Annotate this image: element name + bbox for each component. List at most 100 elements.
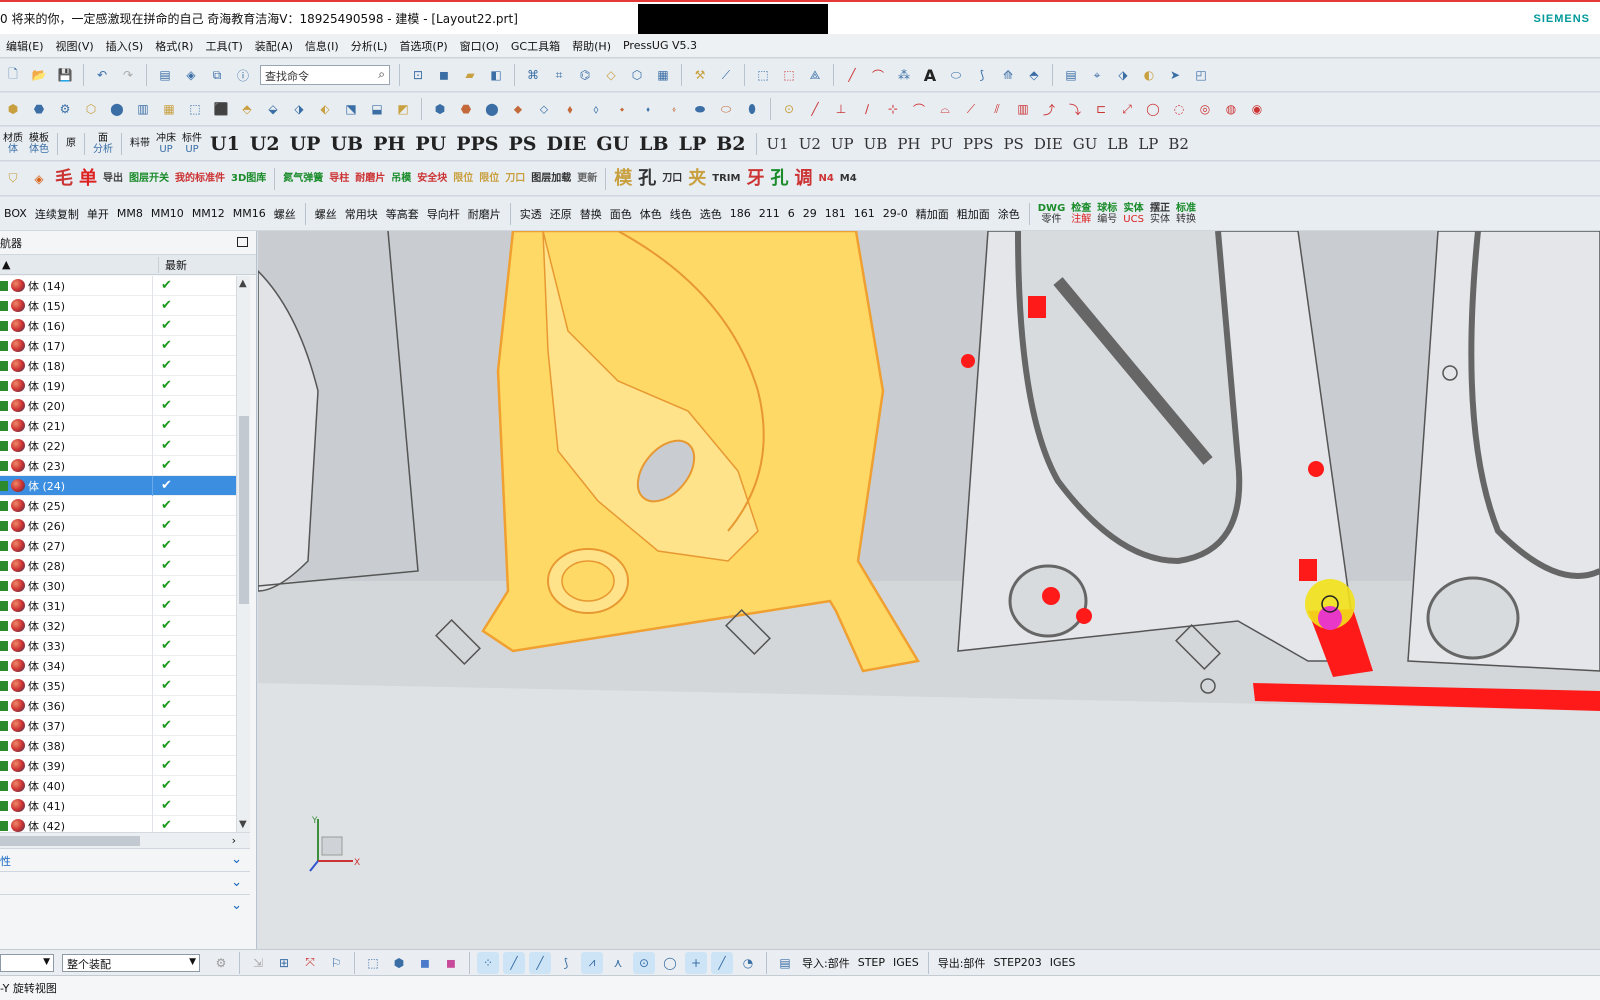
- column-status-header[interactable]: 最新: [158, 256, 238, 273]
- filter-icon[interactable]: ⚐: [325, 952, 347, 974]
- navigator-row[interactable]: 体 (17) ✔: [0, 335, 236, 356]
- checkbox-icon[interactable]: [0, 440, 8, 451]
- feature-tool-icon-15[interactable]: ◩: [392, 98, 414, 120]
- menu-item-7[interactable]: 分析(L): [345, 38, 394, 54]
- sketch-tool-icon-11[interactable]: ⊏: [1090, 98, 1112, 120]
- quick-tool-7[interactable]: 螺丝: [270, 206, 300, 222]
- more-icon[interactable]: ◰: [1190, 64, 1212, 86]
- panel-section-2[interactable]: ⌄: [0, 871, 250, 894]
- sketch-tool-icon-2[interactable]: ∕: [856, 98, 878, 120]
- menu-item-2[interactable]: 插入(S): [100, 38, 150, 54]
- row4-tool-4[interactable]: 我的标准件: [172, 173, 228, 184]
- scroll-right-icon[interactable]: ›: [232, 834, 236, 847]
- feature-tool-icon-0[interactable]: ⬢: [2, 98, 24, 120]
- sketch-tool-icon-3[interactable]: ⊹: [882, 98, 904, 120]
- undo-icon[interactable]: ↶: [91, 64, 113, 86]
- navigator-row[interactable]: 体 (25) ✔: [0, 495, 236, 516]
- snap-toggle-icon[interactable]: ⊙: [778, 98, 800, 120]
- navigator-row[interactable]: 体 (23) ✔: [0, 455, 236, 476]
- die-tool-icon-9[interactable]: ⬫: [663, 98, 685, 120]
- standard-part-gu-button[interactable]: GU: [591, 133, 634, 155]
- feature-tool-icon-4[interactable]: ⬤: [106, 98, 128, 120]
- rect-select-icon[interactable]: ⬚: [362, 952, 384, 974]
- command-search-input[interactable]: 查找命令 ⌕: [260, 65, 390, 85]
- navigator-row[interactable]: 体 (24) ✔: [0, 475, 236, 496]
- render-style-icon[interactable]: ◼: [433, 64, 455, 86]
- snap-center-icon[interactable]: ⊙: [633, 951, 655, 974]
- select-icon[interactable]: ⇲: [247, 952, 269, 974]
- checkbox-icon[interactable]: [0, 660, 8, 671]
- sketch-tool-icon-10[interactable]: ⤵: [1064, 98, 1086, 120]
- chevron-down-icon[interactable]: ⌄: [231, 852, 242, 867]
- checkbox-icon[interactable]: [0, 820, 8, 831]
- sketch-tool-icon-12[interactable]: ⤢: [1116, 98, 1138, 120]
- die-tool-icon-0[interactable]: ⬢: [429, 98, 451, 120]
- menu-item-0[interactable]: 编辑(E): [0, 38, 50, 54]
- checkbox-icon[interactable]: [0, 420, 8, 431]
- red-feature-hole[interactable]: [961, 354, 975, 368]
- snap-endpoint-icon[interactable]: ╱: [503, 951, 525, 974]
- drafting-tool-0[interactable]: DWG 零件: [1035, 203, 1069, 225]
- display-tool-7[interactable]: 186: [726, 207, 755, 220]
- navigator-row[interactable]: 体 (20) ✔: [0, 395, 236, 416]
- navigator-row[interactable]: 体 (16) ✔: [0, 315, 236, 336]
- quick-tool-5[interactable]: MM12: [188, 207, 229, 220]
- navigator-row[interactable]: 体 (35) ✔: [0, 675, 236, 696]
- analysis-icon[interactable]: ◐: [1138, 64, 1160, 86]
- checkbox-icon[interactable]: [0, 720, 8, 731]
- surface-icon-5[interactable]: ⬡: [626, 64, 648, 86]
- navigator-row[interactable]: 体 (26) ✔: [0, 515, 236, 536]
- redo-icon[interactable]: ↷: [117, 64, 139, 86]
- move-lb-button[interactable]: LB: [1102, 135, 1133, 153]
- curve-icon[interactable]: ⟋: [715, 64, 737, 86]
- move-pps-button[interactable]: PPS: [958, 135, 998, 153]
- diamond-icon[interactable]: ◈: [28, 168, 50, 190]
- component-icon[interactable]: ⤧: [299, 952, 321, 974]
- navigator-row[interactable]: 体 (32) ✔: [0, 615, 236, 636]
- menu-item-3[interactable]: 格式(R): [149, 38, 199, 54]
- fit-view-icon[interactable]: ⊡: [407, 64, 429, 86]
- color-select-icon[interactable]: ◼: [440, 952, 462, 974]
- body-select-icon[interactable]: ⬢: [388, 952, 410, 974]
- move-up-button[interactable]: UP: [826, 135, 859, 153]
- feature-tool-icon-8[interactable]: ⬛: [210, 98, 232, 120]
- red-feature-square[interactable]: [1028, 296, 1046, 318]
- die-tool-icon-7[interactable]: ⬩: [611, 98, 633, 120]
- standard-part-u2-button[interactable]: U2: [245, 133, 285, 155]
- project-curve-icon[interactable]: ⬘: [1023, 64, 1045, 86]
- checkbox-icon[interactable]: [0, 760, 8, 771]
- navigator-row[interactable]: 体 (37) ✔: [0, 715, 236, 736]
- sketch-tool-icon-13[interactable]: ◯: [1142, 98, 1164, 120]
- import-iges-button[interactable]: IGES: [889, 956, 923, 969]
- row4-tool-10[interactable]: 安全块: [414, 173, 450, 184]
- library-tool-1[interactable]: 常用块: [341, 206, 382, 222]
- measure-distance-icon[interactable]: ⬗: [1112, 64, 1134, 86]
- surface-icon-4[interactable]: ◇: [600, 64, 622, 86]
- navigator-row[interactable]: 体 (21) ✔: [0, 415, 236, 436]
- new-file-icon[interactable]: 🗋: [2, 64, 24, 86]
- checkbox-icon[interactable]: [0, 680, 8, 691]
- standard-part-b2-button[interactable]: B2: [711, 133, 750, 155]
- menu-item-5[interactable]: 装配(A): [249, 38, 299, 54]
- window-icon[interactable]: ▤: [154, 64, 176, 86]
- die-tool-icon-2[interactable]: ⬤: [481, 98, 503, 120]
- menu-item-6[interactable]: 信息(I): [299, 38, 345, 54]
- sketch-tool-icon-0[interactable]: ╱: [804, 98, 826, 120]
- layer-icon[interactable]: ▰: [459, 64, 481, 86]
- row3-tool-2[interactable]: 原: [63, 138, 79, 149]
- text-icon[interactable]: A: [919, 64, 941, 86]
- feature-tool-icon-13[interactable]: ⬔: [340, 98, 362, 120]
- surface-icon-2[interactable]: ⌗: [548, 64, 570, 86]
- checkbox-icon[interactable]: [0, 280, 8, 291]
- export-part-button[interactable]: 导出:部件: [934, 955, 990, 971]
- navigator-row[interactable]: 体 (39) ✔: [0, 755, 236, 776]
- display-tool-5[interactable]: 线色: [666, 206, 696, 222]
- row4-tool-18[interactable]: 刀口: [659, 173, 685, 184]
- snap-point-icon[interactable]: ⁘: [477, 951, 499, 974]
- quick-tool-6[interactable]: MM16: [229, 207, 270, 220]
- die-tool-icon-4[interactable]: ⬦: [533, 98, 555, 120]
- standard-part-ph-button[interactable]: PH: [368, 133, 410, 155]
- punch-icon[interactable]: ⛉: [2, 168, 24, 190]
- menu-item-8[interactable]: 首选项(P): [393, 38, 453, 54]
- feature-tool-icon-7[interactable]: ⬚: [184, 98, 206, 120]
